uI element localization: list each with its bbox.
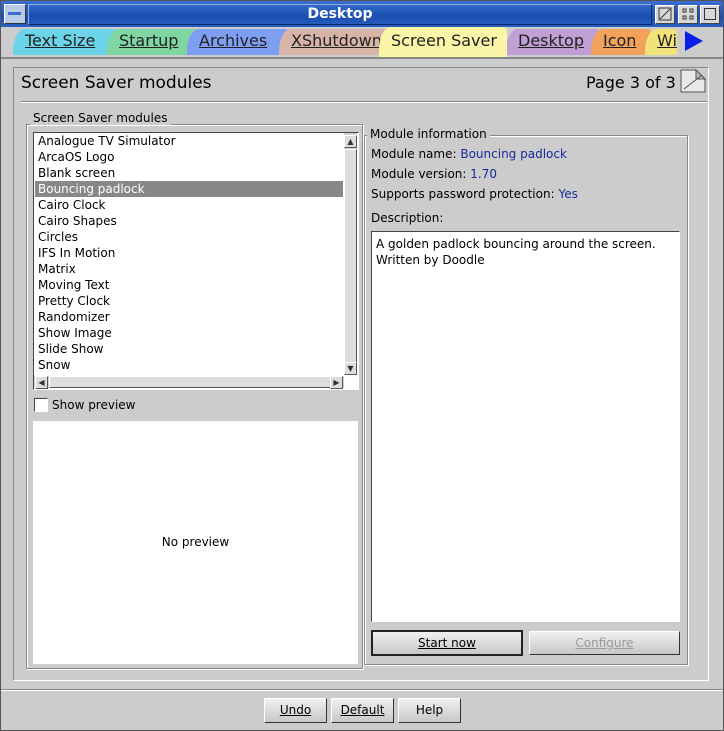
tab-archives[interactable]: Archives bbox=[187, 29, 289, 55]
page-turn-icon[interactable] bbox=[680, 69, 706, 93]
title-bar[interactable]: Desktop bbox=[1, 1, 723, 27]
scroll-down-icon[interactable]: ▼ bbox=[344, 362, 357, 375]
tab-desktop[interactable]: Desktop bbox=[506, 29, 600, 55]
tab-xshutdown[interactable]: XShutdown bbox=[279, 29, 389, 55]
tab-screen-saver[interactable]: Screen Saver bbox=[379, 27, 507, 57]
help-button[interactable]: Help bbox=[398, 698, 461, 723]
hide-window-icon[interactable] bbox=[655, 5, 675, 24]
footer-separator bbox=[1, 689, 723, 691]
page-title: Screen Saver modules bbox=[21, 73, 212, 93]
hscroll-thumb[interactable] bbox=[49, 376, 331, 388]
tab-label: Wi bbox=[657, 31, 677, 50]
show-preview-label[interactable]: Show preview bbox=[52, 398, 136, 412]
list-item[interactable]: Circles bbox=[35, 229, 343, 245]
tab-wi[interactable]: Wi bbox=[645, 29, 677, 55]
configure-button[interactable]: Configure bbox=[529, 631, 680, 655]
settings-window: Desktop Text Size Startup Archives XShut… bbox=[0, 0, 724, 731]
list-item[interactable]: Slide Show bbox=[35, 341, 343, 357]
horizontal-scrollbar[interactable]: ◀ ▶ bbox=[34, 376, 344, 389]
module-name-label: Module name: bbox=[371, 147, 457, 161]
password-support-label: Supports password protection: bbox=[371, 187, 555, 201]
module-name-value: Bouncing padlock bbox=[460, 147, 567, 161]
scroll-right-icon[interactable]: ▶ bbox=[330, 376, 343, 389]
tab-label: XShutdown bbox=[291, 31, 382, 50]
tab-label: Archives bbox=[199, 31, 268, 50]
scroll-thumb[interactable] bbox=[344, 149, 357, 363]
tab-text-size[interactable]: Text Size bbox=[13, 29, 117, 55]
module-version-value: 1.70 bbox=[470, 167, 497, 181]
vertical-scrollbar[interactable]: ▲ ▼ bbox=[344, 133, 357, 375]
list-item[interactable]: Moving Text bbox=[35, 277, 343, 293]
restore-window-icon[interactable] bbox=[678, 5, 698, 24]
undo-button[interactable]: Undo bbox=[264, 698, 327, 723]
list-item[interactable]: Analogue TV Simulator bbox=[35, 133, 343, 149]
list-item[interactable]: Randomizer bbox=[35, 309, 343, 325]
module-version-label: Module version: bbox=[371, 167, 467, 181]
page-indicator: Page 3 of 3 bbox=[586, 73, 676, 92]
help-label: Help bbox=[415, 703, 444, 717]
list-item[interactable]: Cairo Shapes bbox=[35, 213, 343, 229]
tab-label: Screen Saver bbox=[391, 31, 497, 50]
default-label: Default bbox=[340, 703, 385, 717]
description-line-1: A golden padlock bouncing around the scr… bbox=[376, 237, 656, 251]
tab-startup[interactable]: Startup bbox=[107, 29, 199, 55]
tab-icon[interactable]: Icon bbox=[591, 29, 651, 55]
window-title: Desktop bbox=[307, 6, 373, 22]
notebook-tabs: Text Size Startup Archives XShutdown Scr… bbox=[1, 27, 723, 57]
tab-label: Desktop bbox=[518, 31, 584, 50]
modules-listbox[interactable]: Analogue TV Simulator ArcaOS Logo Blank sc… bbox=[33, 132, 359, 390]
description-label: Description: bbox=[371, 211, 444, 225]
tab-label: Startup bbox=[119, 31, 179, 50]
password-support-row: Supports password protection: Yes bbox=[371, 187, 578, 201]
default-button[interactable]: Default bbox=[331, 698, 394, 723]
title-frame: Desktop bbox=[28, 4, 652, 25]
tab-label: Icon bbox=[603, 31, 637, 50]
start-now-label: Start now bbox=[418, 636, 476, 650]
list-item[interactable]: Pretty Clock bbox=[35, 293, 343, 309]
start-now-button[interactable]: Start now bbox=[371, 630, 523, 656]
system-menu-icon[interactable] bbox=[4, 4, 26, 24]
tab-label: Text Size bbox=[25, 31, 96, 50]
description-line-2: Written by Doodle bbox=[376, 253, 485, 267]
configure-label: Configure bbox=[575, 636, 634, 650]
password-support-value: Yes bbox=[558, 187, 578, 201]
scroll-left-icon[interactable]: ◀ bbox=[35, 376, 48, 389]
no-preview-text: No preview bbox=[161, 535, 230, 549]
list-item[interactable]: Show Image bbox=[35, 325, 343, 341]
list-item[interactable]: Cairo Clock bbox=[35, 197, 343, 213]
module-version-row: Module version: 1.70 bbox=[371, 167, 497, 181]
list-item[interactable]: IFS In Motion bbox=[35, 245, 343, 261]
show-preview-text: Show preview bbox=[52, 398, 136, 412]
list-item[interactable]: Snow bbox=[35, 357, 343, 373]
scroll-up-icon[interactable]: ▲ bbox=[344, 135, 357, 148]
list-item[interactable]: Bouncing padlock bbox=[35, 181, 343, 197]
list-item[interactable]: Matrix bbox=[35, 261, 343, 277]
tab-scroll-right-icon[interactable] bbox=[685, 31, 703, 51]
module-info-group-label: Module information bbox=[367, 127, 490, 141]
modules-list[interactable]: Analogue TV Simulator ArcaOS Logo Blank sc… bbox=[35, 133, 343, 375]
undo-label: Undo bbox=[279, 703, 312, 717]
list-item[interactable]: ArcaOS Logo bbox=[35, 149, 343, 165]
modules-group-label: Screen Saver modules bbox=[30, 111, 171, 125]
title-separator bbox=[21, 101, 707, 103]
preview-area: No preview bbox=[33, 421, 358, 664]
description-box: A golden padlock bouncing around the scr… bbox=[371, 231, 680, 622]
list-item[interactable]: Blank screen bbox=[35, 165, 343, 181]
show-preview-checkbox[interactable] bbox=[34, 398, 48, 412]
module-name-row: Module name: Bouncing padlock bbox=[371, 147, 567, 161]
maximize-window-icon[interactable] bbox=[700, 5, 720, 24]
